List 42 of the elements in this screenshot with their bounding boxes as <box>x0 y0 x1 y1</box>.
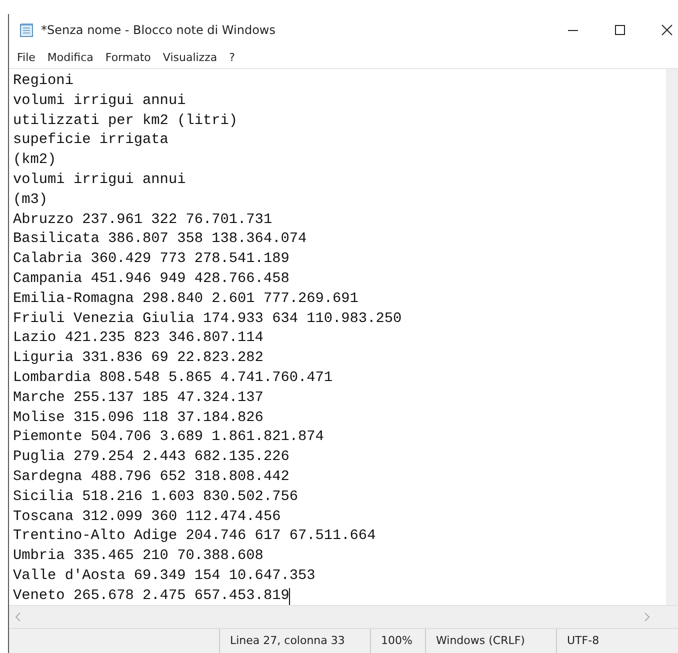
menu-item[interactable]: ? <box>229 50 235 64</box>
text-line: volumi irrigui annui <box>13 92 186 111</box>
text-line: Sicilia 518.216 1.603 830.502.756 <box>13 488 298 507</box>
text-line: Lombardia 808.548 5.865 4.741.760.471 <box>13 368 333 388</box>
text-line: (m3) <box>13 190 48 210</box>
menu-item[interactable]: File <box>17 50 36 64</box>
status-field: Linea 27, colonna 33 <box>219 629 370 653</box>
status-field: UTF-8 <box>556 629 637 653</box>
menu-item[interactable]: Modifica <box>47 50 94 64</box>
text-line: utilizzati per km2 (litri) <box>13 112 238 131</box>
text-line: Sardegna 488.796 652 318.808.442 <box>13 468 290 487</box>
text-line: Lazio 421.235 823 346.807.114 <box>13 329 264 348</box>
menu-item[interactable]: Visualizza <box>162 50 218 64</box>
text-cursor <box>289 588 290 606</box>
window-title: *Senza nome - Blocco note di Windows <box>41 23 276 37</box>
text-line: Valle d'Aosta 69.349 154 10.647.353 <box>13 566 316 586</box>
text-line: Trentino-Alto Adige 204.746 617 67.511.664 <box>13 527 376 546</box>
text-line: Friuli Venezia Giulia 174.933 634 110.983.250 <box>13 310 402 329</box>
status-field: 100% <box>370 629 425 653</box>
text-line: Toscana 312.099 360 112.474.456 <box>13 508 281 527</box>
text-line: Liguria 331.836 69 22.823.282 <box>13 349 264 368</box>
text-line: Campania 451.946 949 428.766.458 <box>13 270 290 289</box>
text-line: Veneto 265.678 2.475 657.453.819 <box>13 586 290 606</box>
text-line: Basilicata 386.807 358 138.364.074 <box>13 230 307 250</box>
text-line: Molise 315.096 118 37.184.826 <box>13 408 264 428</box>
close-icon[interactable] <box>661 24 673 36</box>
maximize-icon[interactable] <box>614 24 626 36</box>
text-line: Piemonte 504.706 3.689 1.861.821.874 <box>13 428 324 448</box>
text-line: Calabria 360.429 773 278.541.189 <box>13 250 290 270</box>
notepad-icon <box>19 22 35 38</box>
text-line: Emilia-Romagna 298.840 2.601 777.269.691 <box>13 290 358 309</box>
text-line: volumi irrigui annui <box>13 170 186 190</box>
text-line: Marche 255.137 185 47.324.137 <box>13 388 264 408</box>
vertical-scrollbar[interactable] <box>666 69 678 605</box>
text-line: Umbria 335.465 210 70.388.608 <box>13 547 264 566</box>
text-line: Abruzzo 237.961 322 76.701.731 <box>13 210 272 230</box>
menu-item[interactable]: Formato <box>105 50 151 64</box>
status-field: Windows (CRLF) <box>425 629 556 653</box>
text-line: Regioni <box>13 72 74 91</box>
text-line: (km2) <box>13 151 56 170</box>
text-line: Puglia 279.254 2.443 682.135.226 <box>13 448 290 468</box>
text-line: supeficie irrigata <box>13 131 168 150</box>
